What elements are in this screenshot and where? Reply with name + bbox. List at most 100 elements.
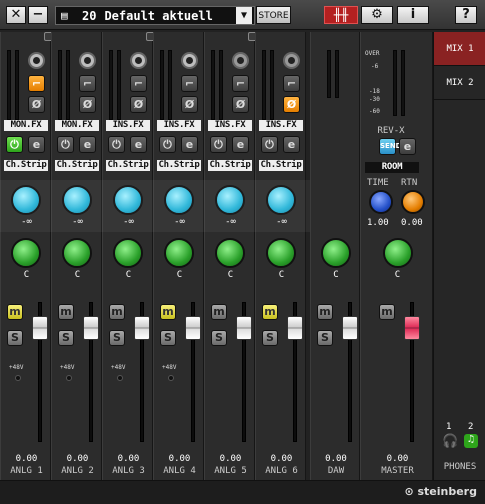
- hi-pass-button[interactable]: ⌐: [28, 75, 45, 92]
- master-fader[interactable]: [404, 316, 420, 340]
- rtn-value: 0.00: [401, 218, 423, 228]
- monitor-button[interactable]: m: [262, 304, 278, 320]
- phantom-led[interactable]: [66, 375, 72, 381]
- pan-knob[interactable]: [164, 238, 194, 268]
- monitor-button[interactable]: m: [58, 304, 74, 320]
- store-button[interactable]: STORE: [256, 6, 291, 24]
- tab-mix1[interactable]: MIX 1: [434, 32, 485, 66]
- channel-fader[interactable]: [83, 316, 99, 340]
- minimize-button[interactable]: −: [28, 6, 48, 24]
- channel-fader[interactable]: [185, 316, 201, 340]
- settings-button[interactable]: ⚙: [361, 6, 393, 24]
- fx-power-button[interactable]: ⏻: [159, 136, 176, 153]
- send-knob[interactable]: [62, 185, 92, 215]
- fx-power-button[interactable]: ⏻: [108, 136, 125, 153]
- strip-label: Ch.Strip: [259, 160, 303, 171]
- fx-edit-button[interactable]: e: [283, 136, 300, 153]
- hi-pass-button[interactable]: ⌐: [283, 75, 300, 92]
- monitor-button[interactable]: m: [7, 304, 23, 320]
- headphones-2-icon[interactable]: ♫: [464, 434, 478, 448]
- phantom-led[interactable]: [15, 375, 21, 381]
- mixer-view-button[interactable]: ╫╫: [324, 6, 358, 24]
- pan-knob[interactable]: [11, 238, 41, 268]
- pan-value: C: [23, 270, 30, 280]
- master-mute-button[interactable]: m: [379, 304, 395, 320]
- level-meter: [117, 50, 121, 120]
- solo-button[interactable]: S: [160, 330, 176, 346]
- hi-pass-button[interactable]: ⌐: [181, 75, 198, 92]
- dspmixfx-window: ✕ − ▤ 20 Default aktuell ▼ STORE ╫╫ ⚙ i …: [0, 0, 485, 504]
- phantom-label: +48V: [9, 364, 24, 371]
- help-button[interactable]: ?: [455, 6, 477, 24]
- pan-knob[interactable]: [113, 238, 143, 268]
- tab-mix2[interactable]: MIX 2: [434, 66, 485, 100]
- brand-logo: ⊙ steinberg: [404, 485, 477, 498]
- daw-level-knob[interactable]: [321, 238, 351, 268]
- daw-mute-button[interactable]: m: [317, 304, 333, 320]
- send-knob[interactable]: [266, 185, 296, 215]
- channel-fader[interactable]: [32, 316, 48, 340]
- send-knob[interactable]: [215, 185, 245, 215]
- channel-fader[interactable]: [236, 316, 252, 340]
- daw-solo-button[interactable]: S: [317, 330, 333, 346]
- info-icon: i: [410, 7, 416, 22]
- solo-button[interactable]: S: [7, 330, 23, 346]
- solo-button[interactable]: S: [109, 330, 125, 346]
- output-value: 0.00: [219, 454, 242, 464]
- solo-button[interactable]: S: [262, 330, 278, 346]
- fx-edit-button[interactable]: e: [28, 136, 45, 153]
- pad-button[interactable]: Ø: [232, 96, 249, 113]
- monitor-button[interactable]: m: [109, 304, 125, 320]
- phantom-led[interactable]: [117, 375, 123, 381]
- triangle-down-icon[interactable]: ▼: [236, 7, 252, 24]
- send-knob[interactable]: [11, 185, 41, 215]
- time-value: 1.00: [367, 218, 389, 228]
- reverb-type-label: ROOM: [365, 162, 419, 173]
- fx-edit-button[interactable]: e: [181, 136, 198, 153]
- phase-button[interactable]: Ø: [130, 96, 147, 113]
- phase-button[interactable]: Ø: [28, 96, 45, 113]
- monitor-button[interactable]: m: [211, 304, 227, 320]
- reverb-time-knob[interactable]: [369, 190, 393, 214]
- reverb-edit-button[interactable]: e: [399, 138, 416, 155]
- monitor-button[interactable]: m: [160, 304, 176, 320]
- level-meter: [15, 50, 19, 120]
- channel-strip-5: ⌐ Ø INS.FX ⏻ e Ch.Strip -∞ Cm S 0.00 ANLG 5: [204, 32, 264, 480]
- daw-fader[interactable]: [342, 316, 358, 340]
- pan-knob[interactable]: [215, 238, 245, 268]
- info-button[interactable]: i: [397, 6, 429, 24]
- pan-knob[interactable]: [62, 238, 92, 268]
- fx-power-button[interactable]: ⏻: [57, 136, 74, 153]
- hi-pass-button[interactable]: ⌐: [130, 75, 147, 92]
- scene-selector[interactable]: ▤ 20 Default aktuell ▼: [55, 6, 255, 25]
- close-button[interactable]: ✕: [6, 6, 26, 24]
- fx-power-button[interactable]: ⏻: [261, 136, 278, 153]
- fx-edit-button[interactable]: e: [79, 136, 96, 153]
- master-level-knob[interactable]: [383, 238, 413, 268]
- fx-edit-button[interactable]: e: [232, 136, 249, 153]
- phantom-label: +48V: [60, 364, 75, 371]
- gear-icon: ⚙: [371, 7, 383, 22]
- headphones-1-icon[interactable]: 🎧: [442, 434, 458, 449]
- fx-power-button[interactable]: ⏻: [6, 136, 23, 153]
- hi-pass-button[interactable]: ⌐: [232, 75, 249, 92]
- level-meter: [211, 50, 215, 120]
- channel-fader[interactable]: [134, 316, 150, 340]
- fx-power-button[interactable]: ⏻: [210, 136, 227, 153]
- solo-button[interactable]: S: [211, 330, 227, 346]
- send-button[interactable]: SEND: [379, 138, 402, 155]
- send-knob[interactable]: [164, 185, 194, 215]
- phantom-led[interactable]: [168, 375, 174, 381]
- channel-fader[interactable]: [287, 316, 303, 340]
- phase-button[interactable]: Ø: [181, 96, 198, 113]
- phase-button[interactable]: Ø: [79, 96, 96, 113]
- channel-name: ANLG 1: [10, 466, 43, 476]
- solo-button[interactable]: S: [58, 330, 74, 346]
- send-knob[interactable]: [113, 185, 143, 215]
- hi-pass-button[interactable]: ⌐: [79, 75, 96, 92]
- reverb-return-knob[interactable]: [401, 190, 425, 214]
- pad-button[interactable]: Ø: [283, 96, 300, 113]
- channel-name: ANLG 4: [163, 466, 196, 476]
- pan-knob[interactable]: [266, 238, 296, 268]
- fx-edit-button[interactable]: e: [130, 136, 147, 153]
